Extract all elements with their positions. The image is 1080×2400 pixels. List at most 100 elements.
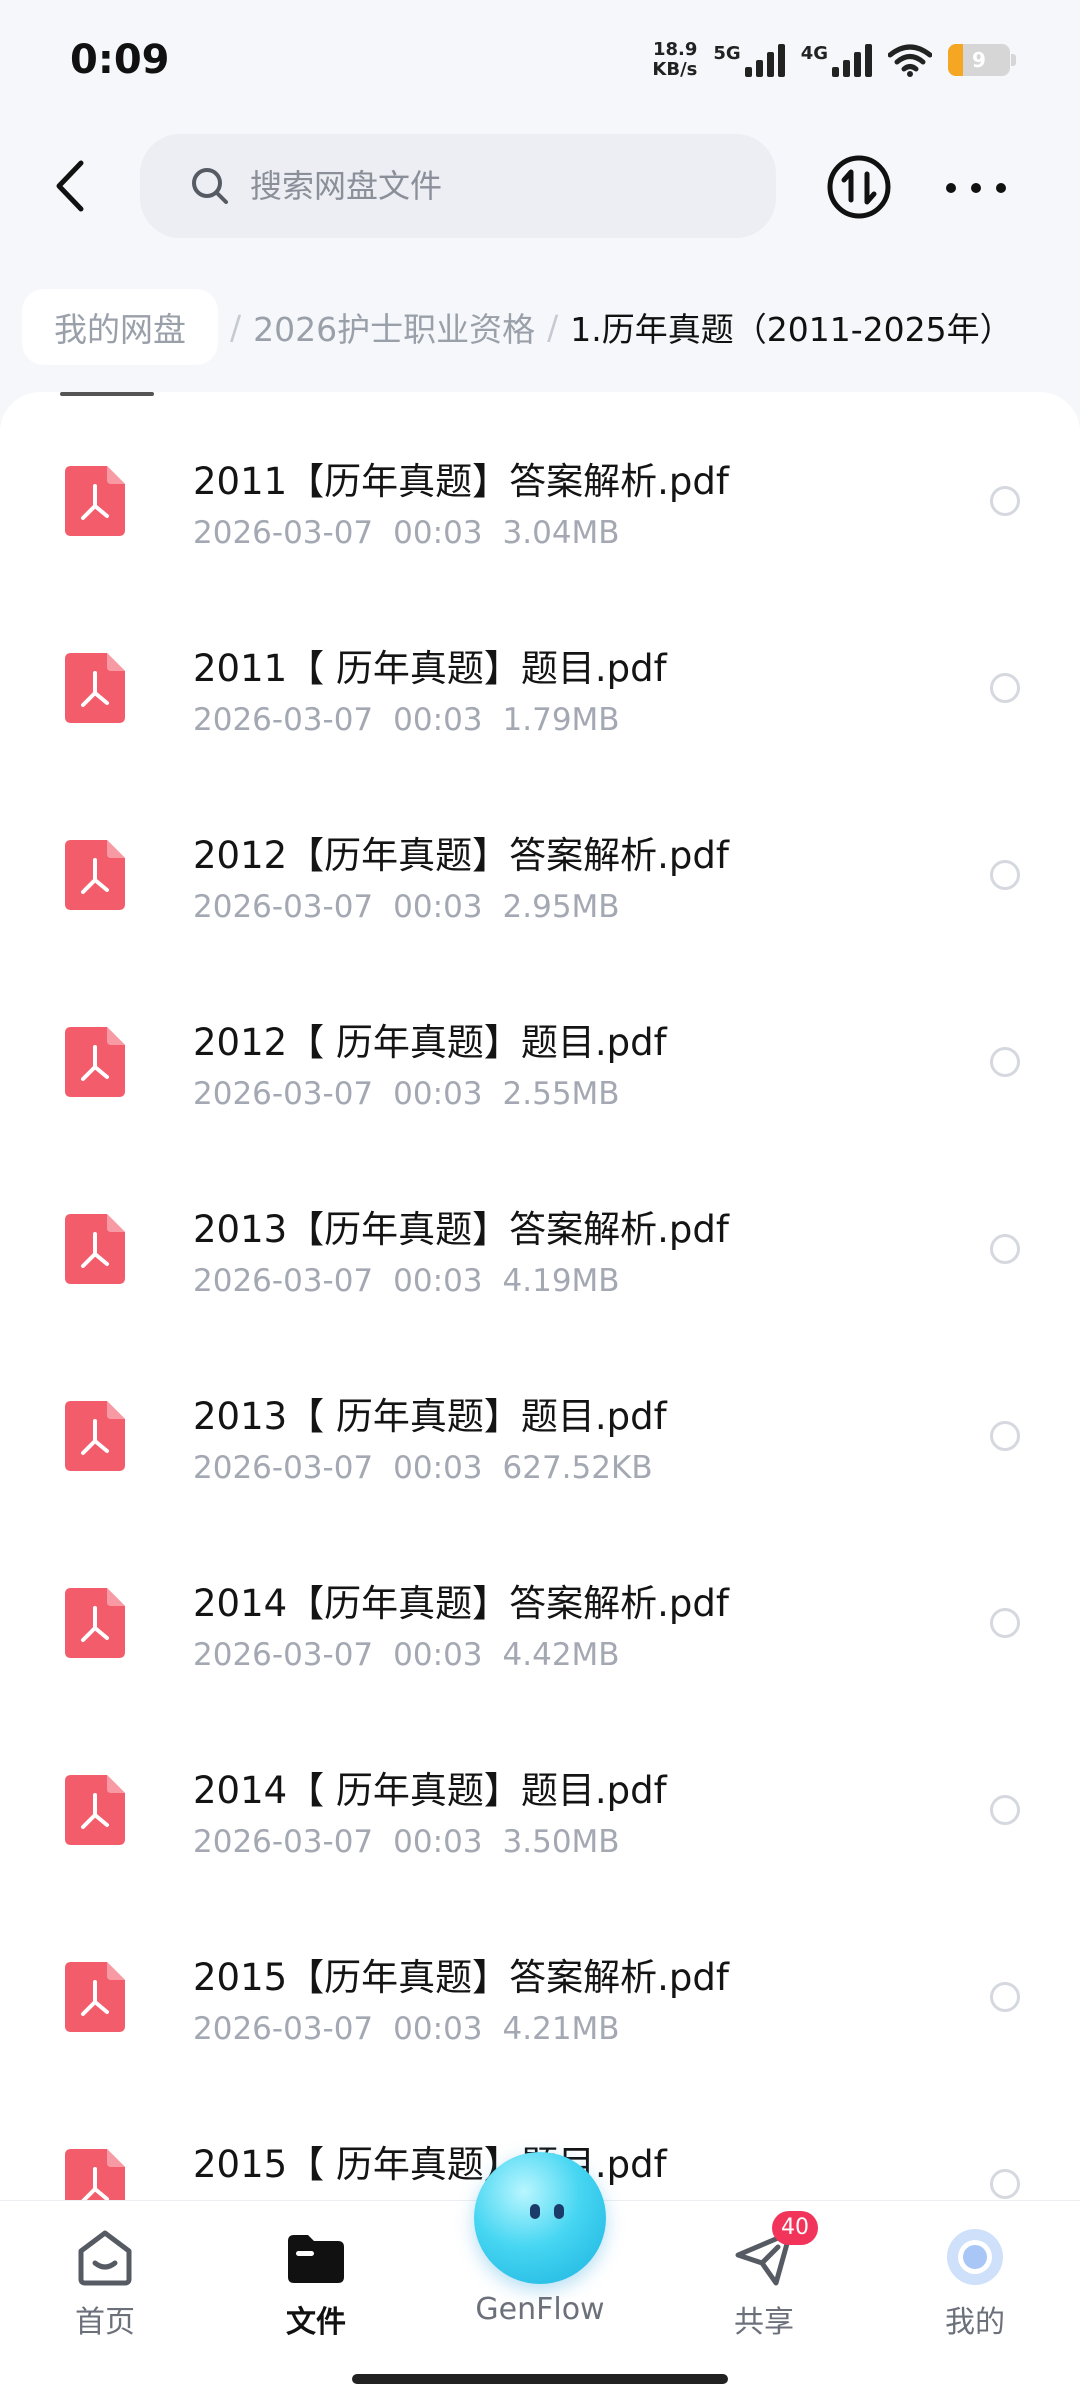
file-size: 2.95MB xyxy=(502,889,620,925)
pdf-icon xyxy=(65,1961,125,2032)
status-icons: 18.9 KB/s 5G 4G 9 xyxy=(652,39,1016,80)
file-name: 2012【历年真题】答案解析.pdf xyxy=(193,834,729,877)
file-size: 4.42MB xyxy=(502,1637,620,1673)
file-size: 4.21MB xyxy=(502,2011,620,2047)
signal-5g-icon: 5G xyxy=(713,43,785,77)
pdf-icon xyxy=(65,1026,125,1097)
search-icon xyxy=(192,168,228,204)
more-icon xyxy=(946,183,956,193)
file-time: 00:03 xyxy=(393,889,483,925)
file-time: 00:03 xyxy=(393,2011,483,2047)
file-meta: 2026-03-07 00:03 1.79MB xyxy=(193,702,620,738)
file-meta: 2026-03-07 00:03 4.19MB xyxy=(193,1263,620,1299)
file-date: 2026-03-07 xyxy=(193,2011,374,2047)
file-row[interactable]: 2011【历年真题】答案解析.pdf 2026-03-07 00:03 3.04MB xyxy=(0,407,1080,594)
file-list: 2011【历年真题】答案解析.pdf 2026-03-07 00:03 3.04MB 2… xyxy=(0,392,1080,2200)
file-name: 2012【 历年真题】题目.pdf xyxy=(193,1021,667,1064)
file-date: 2026-03-07 xyxy=(193,889,374,925)
pdf-icon xyxy=(65,465,125,536)
file-time: 00:03 xyxy=(393,1824,483,1860)
nav-item-genflow-label: GenFlow xyxy=(475,2292,605,2327)
file-name: 2011【历年真题】答案解析.pdf xyxy=(193,460,729,503)
select-radio[interactable] xyxy=(990,1233,1020,1264)
file-size: 4.19MB xyxy=(502,1263,620,1299)
file-name: 2015【 历年真题】题目.pdf xyxy=(193,2143,667,2186)
file-meta: 2026-03-07 00:03 627.52KB xyxy=(193,1450,653,1486)
file-time: 00:03 xyxy=(393,515,483,551)
file-time: 00:03 xyxy=(393,1076,483,1112)
file-row[interactable]: 2015【历年真题】答案解析.pdf 2026-03-07 00:03 4.21MB xyxy=(0,1903,1080,2090)
file-name: 2013【 历年真题】题目.pdf xyxy=(193,1395,667,1438)
nav-item-home[interactable]: 首页 xyxy=(35,2225,175,2341)
file-row[interactable]: 2013【 历年真题】题目.pdf 2026-03-07 00:03 627.52KB xyxy=(0,1342,1080,1529)
file-size: 3.04MB xyxy=(502,515,620,551)
file-row[interactable]: 2013【历年真题】答案解析.pdf 2026-03-07 00:03 4.19MB xyxy=(0,1155,1080,1342)
file-meta: 2026-03-07 00:03 4.21MB xyxy=(193,2011,620,2047)
genflow-orb-button[interactable] xyxy=(474,2152,606,2284)
file-date: 2026-03-07 xyxy=(193,1824,374,1860)
file-date: 2026-03-07 xyxy=(193,1450,374,1486)
status-time: 0:09 xyxy=(70,37,170,83)
network-speed: 18.9 KB/s xyxy=(652,39,698,80)
file-name: 2013【历年真题】答案解析.pdf xyxy=(193,1208,729,1251)
select-radio[interactable] xyxy=(990,1794,1020,1825)
select-radio[interactable] xyxy=(990,1420,1020,1451)
file-meta: 2026-03-07 00:03 3.50MB xyxy=(193,1824,620,1860)
more-button[interactable] xyxy=(946,168,1006,208)
nav-item-mine[interactable]: 我的 xyxy=(905,2225,1045,2341)
file-row[interactable]: 2012【 历年真题】题目.pdf 2026-03-07 00:03 2.55MB xyxy=(0,968,1080,1155)
home-icon xyxy=(78,2230,132,2286)
battery-icon: 9 xyxy=(948,44,1016,76)
breadcrumb-separator: / xyxy=(230,307,242,347)
breadcrumb-separator: / xyxy=(547,307,559,347)
file-date: 2026-03-07 xyxy=(193,1637,374,1673)
header xyxy=(0,132,1080,242)
select-radio[interactable] xyxy=(990,672,1020,703)
file-row[interactable]: 2014【 历年真题】题目.pdf 2026-03-07 00:03 3.50MB xyxy=(0,1716,1080,1903)
file-size: 3.50MB xyxy=(502,1824,620,1860)
breadcrumb-item-folder[interactable]: 2026护士职业资格 xyxy=(253,303,535,351)
home-indicator xyxy=(352,2374,728,2384)
pdf-icon xyxy=(65,839,125,910)
file-row[interactable]: 2011【 历年真题】题目.pdf 2026-03-07 00:03 1.79MB xyxy=(0,594,1080,781)
select-radio[interactable] xyxy=(990,485,1020,516)
file-meta: 2026-03-07 00:03 3.04MB xyxy=(193,515,620,551)
search-box[interactable] xyxy=(140,134,776,238)
file-date: 2026-03-07 xyxy=(193,515,374,551)
file-meta: 2026-03-07 00:03 4.42MB xyxy=(193,1637,620,1673)
file-date: 2026-03-07 xyxy=(193,1263,374,1299)
select-radio[interactable] xyxy=(990,1981,1020,2012)
profile-icon xyxy=(947,2229,1003,2285)
file-time: 00:03 xyxy=(393,702,483,738)
nav-item-files[interactable]: 文件 xyxy=(246,2225,386,2341)
sort-button[interactable] xyxy=(826,154,892,220)
file-date: 2026-03-07 xyxy=(193,702,374,738)
back-icon xyxy=(56,160,84,212)
file-size: 2.55MB xyxy=(502,1076,620,1112)
file-row[interactable]: 2012【历年真题】答案解析.pdf 2026-03-07 00:03 2.95MB xyxy=(0,781,1080,968)
pdf-icon xyxy=(65,1400,125,1471)
file-name: 2014【历年真题】答案解析.pdf xyxy=(193,1582,729,1625)
pdf-icon xyxy=(65,652,125,723)
file-time: 00:03 xyxy=(393,1263,483,1299)
select-radio[interactable] xyxy=(990,1607,1020,1638)
file-name: 2015【历年真题】答案解析.pdf xyxy=(193,1956,729,1999)
file-meta: 2026-03-07 00:03 2.95MB xyxy=(193,889,620,925)
pdf-icon xyxy=(65,1587,125,1658)
sort-icon xyxy=(827,155,891,219)
share-badge: 40 xyxy=(772,2211,818,2245)
select-radio[interactable] xyxy=(990,859,1020,890)
select-radio[interactable] xyxy=(990,1046,1020,1077)
back-button[interactable] xyxy=(40,156,100,216)
file-time: 00:03 xyxy=(393,1637,483,1673)
nav-item-share[interactable]: 40 共享 xyxy=(694,2211,834,2341)
status-bar: 0:09 18.9 KB/s 5G 4G 9 xyxy=(0,0,1080,120)
breadcrumb-item-root[interactable]: 我的网盘 xyxy=(22,289,218,365)
pdf-icon xyxy=(65,1774,125,1845)
wifi-icon xyxy=(888,44,932,77)
file-size: 1.79MB xyxy=(502,702,620,738)
search-input[interactable] xyxy=(250,167,710,205)
select-radio[interactable] xyxy=(990,2168,1020,2199)
file-name: 2011【 历年真题】题目.pdf xyxy=(193,647,667,690)
file-row[interactable]: 2014【历年真题】答案解析.pdf 2026-03-07 00:03 4.42MB xyxy=(0,1529,1080,1716)
